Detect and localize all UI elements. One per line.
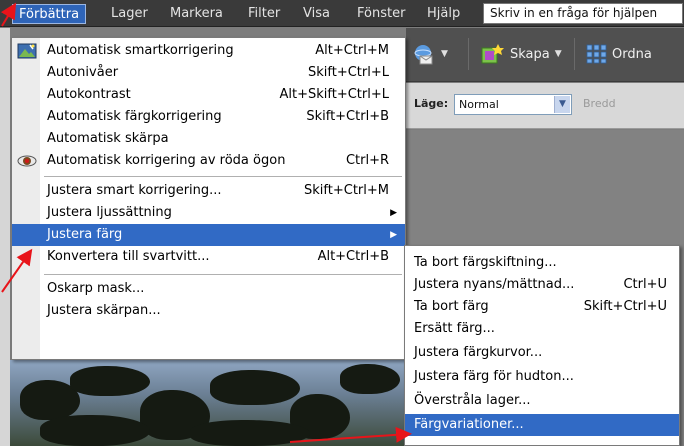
smart-fix-icon [17, 43, 37, 59]
menu-fonster[interactable]: Fönster [357, 5, 405, 23]
chevron-down-icon[interactable]: ▼ [554, 96, 570, 113]
menu-filter[interactable]: Filter [248, 5, 280, 23]
submenu-item-hue-saturation[interactable]: Justera nyans/mättnad... Ctrl+U [405, 274, 679, 296]
menu-item-auto-red-eye[interactable]: Automatisk korrigering av röda ögon Ctrl… [12, 150, 405, 172]
menu-item-adjust-sharpness[interactable]: Justera skärpan... [12, 300, 405, 322]
menu-item-adjust-color[interactable]: Justera färg ▶ [12, 224, 405, 246]
toolbar-divider [468, 38, 469, 70]
menu-item-auto-contrast[interactable]: Autokontrast Alt+Skift+Ctrl+L [12, 84, 405, 106]
organize-label: Ordna [612, 46, 652, 62]
menu-item-auto-color-correction[interactable]: Automatisk färgkorrigering Skift+Ctrl+B [12, 106, 405, 128]
adjust-color-submenu: Ta bort färgskiftning... Justera nyans/m… [404, 245, 680, 446]
menu-item-auto-smart-fix[interactable]: Automatisk smartkorrigering Alt+Ctrl+M [12, 40, 405, 62]
organize-button[interactable]: Ordna [586, 42, 652, 66]
menu-item-convert-bw[interactable]: Konvertera till svartvitt... Alt+Ctrl+B [12, 246, 405, 268]
chevron-down-icon: ▼ [441, 49, 448, 59]
app-toolbar: ▼ Skapa ▼ Ordna [406, 28, 684, 82]
submenu-item-replace-color[interactable]: Ersätt färg... [405, 318, 679, 340]
submenu-item-defringe-layer[interactable]: Överstråla lager... [405, 390, 679, 412]
submenu-item-remove-color[interactable]: Ta bort färg Skift+Ctrl+U [405, 296, 679, 318]
create-button[interactable]: Skapa ▼ [480, 42, 562, 66]
share-button[interactable]: ▼ [412, 42, 448, 66]
organize-icon [586, 44, 607, 64]
submenu-item-remove-color-cast[interactable]: Ta bort färgskiftning... [405, 252, 679, 274]
menu-markera[interactable]: Markera [170, 5, 223, 23]
submenu-arrow-icon: ▶ [390, 208, 397, 218]
left-panel-edge [0, 28, 10, 446]
menu-separator [44, 176, 402, 177]
menu-lager[interactable]: Lager [111, 5, 148, 23]
help-search-input[interactable]: Skriv in en fråga för hjälpen [483, 3, 683, 24]
mode-label: Läge: [414, 97, 449, 110]
red-eye-icon [17, 155, 37, 167]
menu-item-auto-levels[interactable]: Autonivåer Skift+Ctrl+L [12, 62, 405, 84]
menu-item-unsharp-mask[interactable]: Oskarp mask... [12, 278, 405, 300]
submenu-item-color-variations[interactable]: Färgvariationer... [405, 414, 679, 436]
menu-item-auto-sharpen[interactable]: Automatisk skärpa [12, 128, 405, 150]
share-icon [414, 45, 433, 65]
menu-visa[interactable]: Visa [303, 5, 330, 23]
tool-options-bar: Läge: Normal ▼ Bredd [406, 83, 684, 129]
enhance-menu: Automatisk smartkorrigering Alt+Ctrl+M A… [11, 37, 406, 360]
menu-bar: Förbättra Lager Markera Filter Visa Föns… [0, 0, 684, 27]
create-icon [481, 44, 504, 64]
chevron-down-icon: ▼ [554, 49, 562, 59]
submenu-item-skin-tone[interactable]: Justera färg för hudton... [405, 366, 679, 388]
submenu-arrow-icon: ▶ [390, 230, 397, 240]
width-label: Bredd [583, 97, 616, 110]
menu-item-adjust-smart-fix[interactable]: Justera smart korrigering... Skift+Ctrl+… [12, 180, 405, 202]
menu-hjalp[interactable]: Hjälp [427, 5, 460, 23]
submenu-item-color-curves[interactable]: Justera färgkurvor... [405, 342, 679, 364]
photo-canvas [10, 360, 406, 446]
menu-forbattra[interactable]: Förbättra [12, 4, 87, 24]
menu-separator [44, 274, 402, 275]
mode-select[interactable]: Normal ▼ [454, 94, 572, 115]
menu-item-adjust-lighting[interactable]: Justera ljussättning ▶ [12, 202, 405, 224]
mode-value: Normal [459, 98, 499, 111]
toolbar-divider [574, 38, 575, 70]
create-label: Skapa [510, 46, 550, 62]
